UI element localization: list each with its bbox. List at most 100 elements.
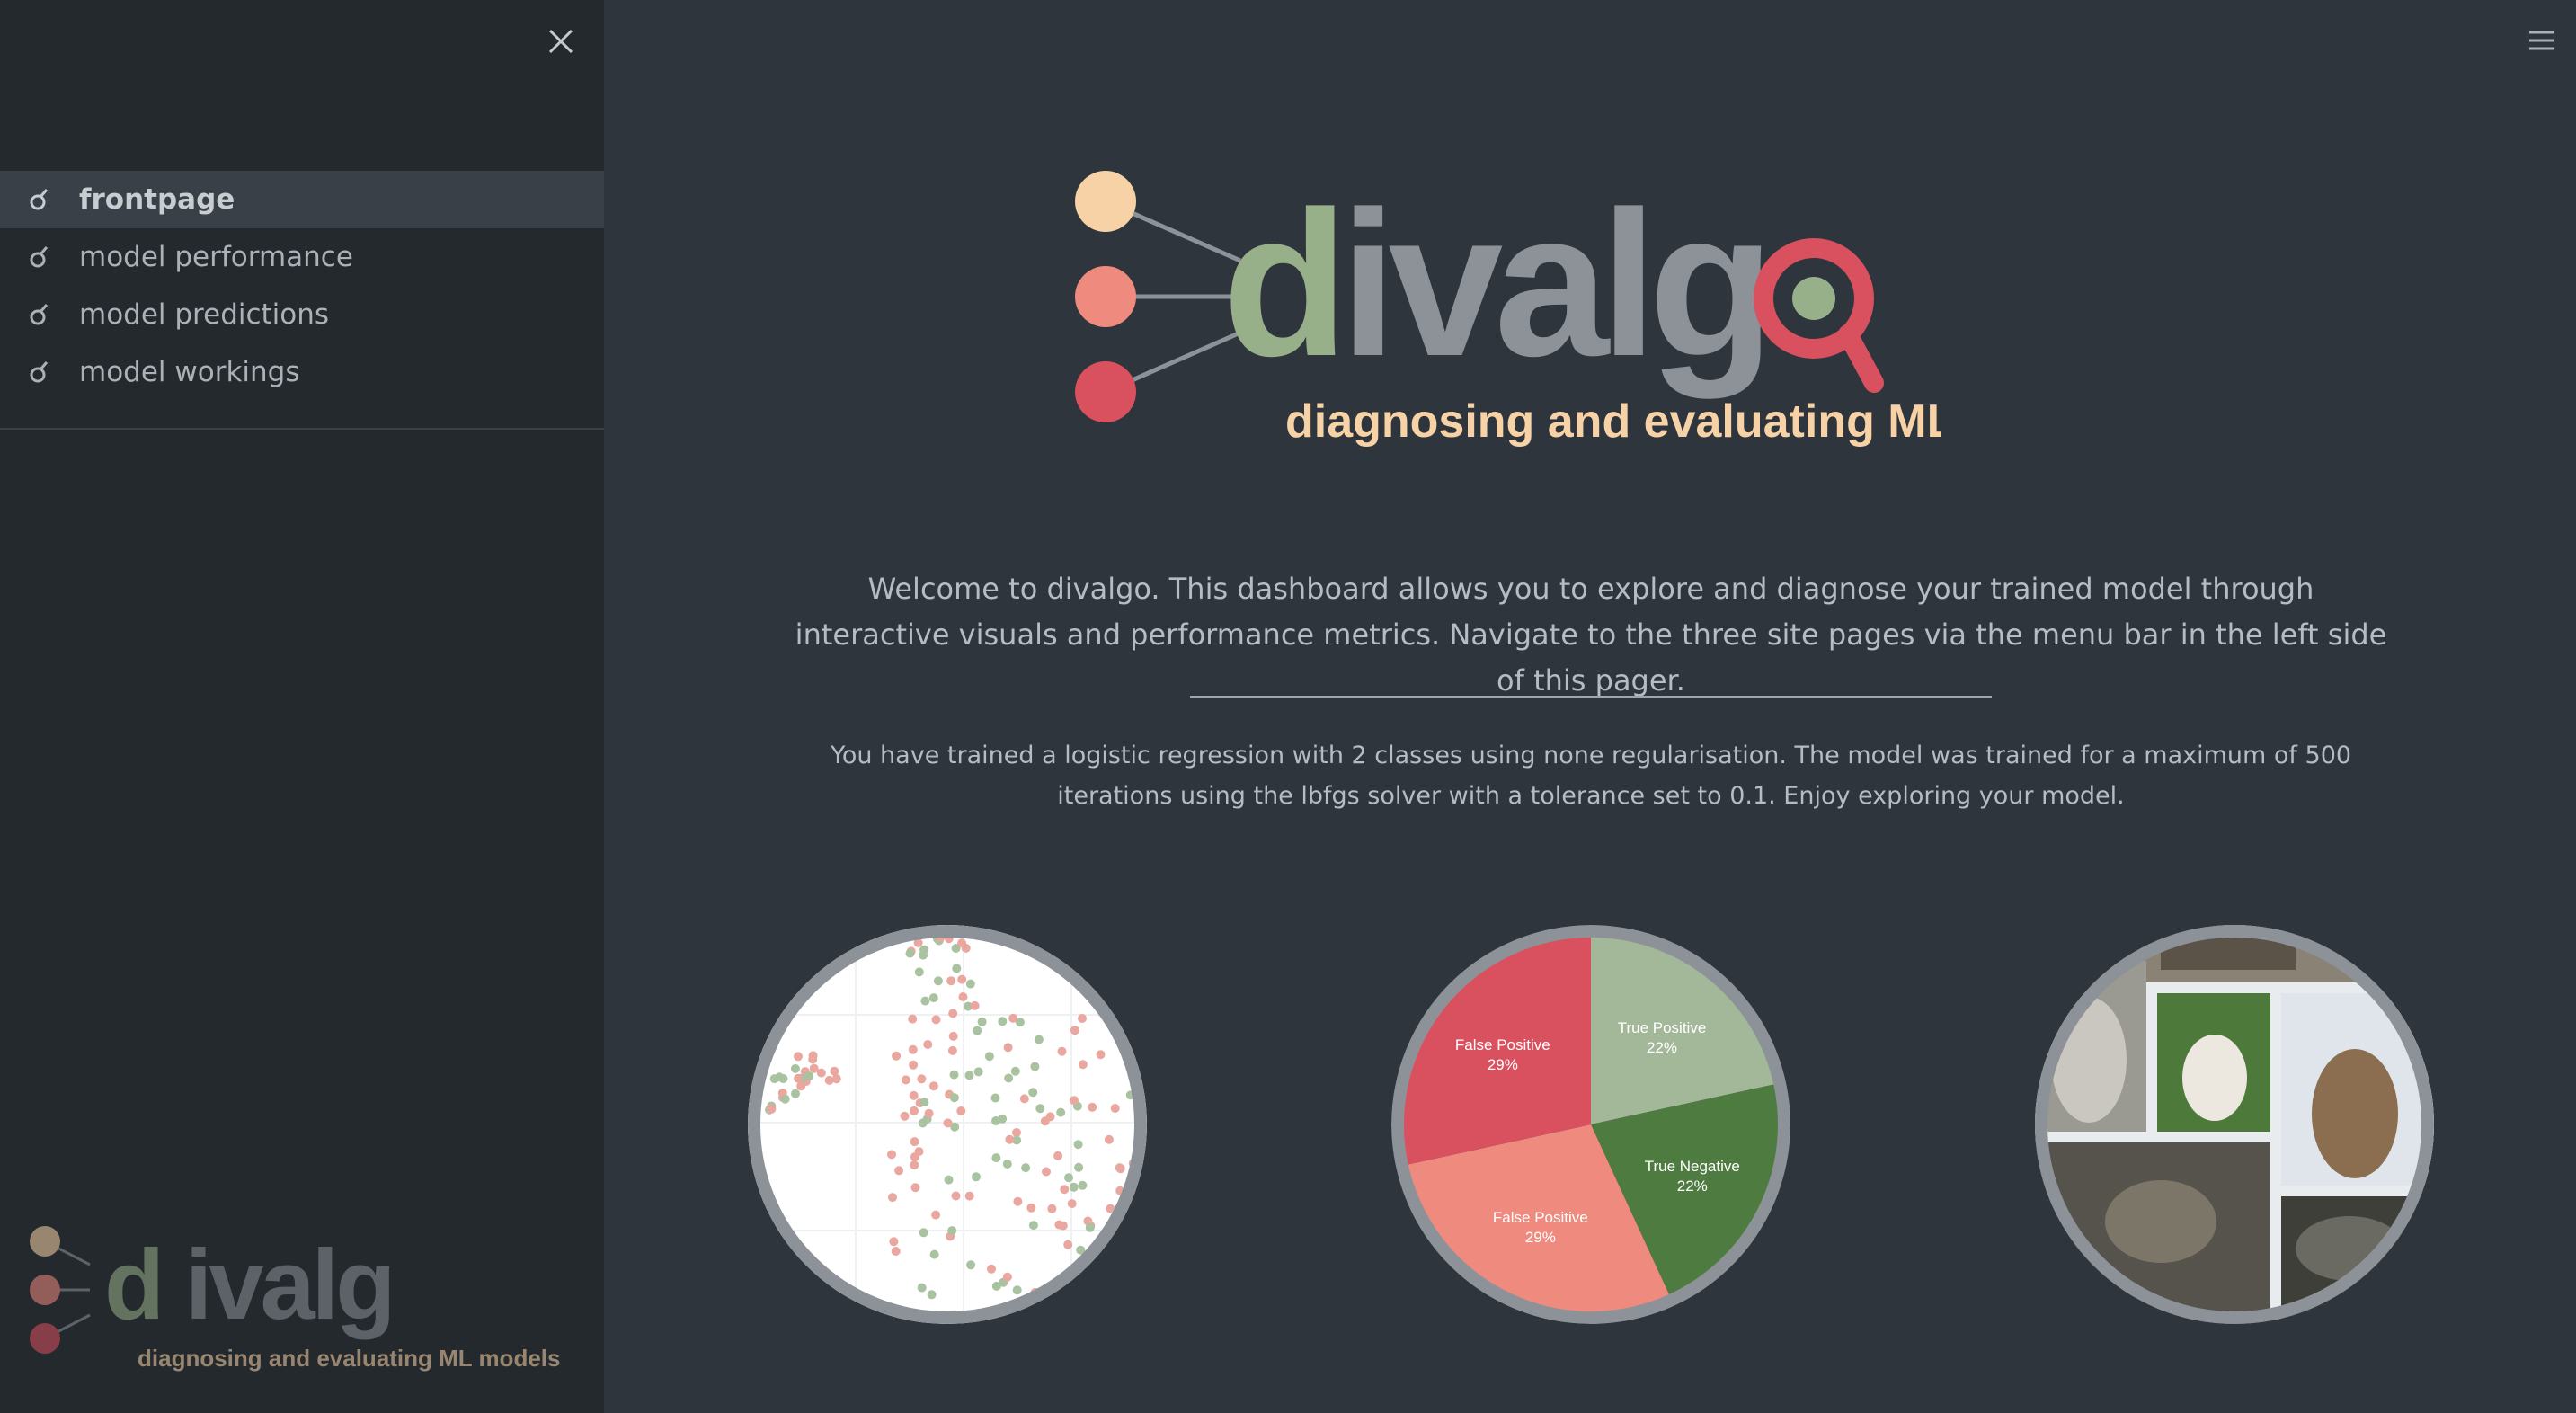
scatter-point bbox=[919, 1228, 928, 1238]
sidebar-item-model-predictions[interactable]: model predictions bbox=[0, 286, 604, 343]
scatter-point bbox=[794, 1052, 803, 1062]
scatter-point bbox=[910, 1106, 919, 1115]
sidebar-item-label: model predictions bbox=[79, 298, 330, 331]
scatter-point bbox=[909, 1060, 919, 1070]
scatter-point bbox=[901, 1075, 910, 1085]
scatter-point bbox=[1063, 1240, 1073, 1249]
scatter-point bbox=[1019, 1094, 1029, 1104]
close-icon[interactable] bbox=[545, 25, 577, 58]
scatter-point bbox=[1096, 1050, 1106, 1060]
scatter-point bbox=[794, 1073, 804, 1083]
scatter-point bbox=[1030, 1062, 1040, 1071]
hamburger-icon[interactable] bbox=[2526, 27, 2558, 54]
scatter-point bbox=[919, 945, 929, 955]
scatter-point bbox=[1035, 1104, 1045, 1114]
scatter-point bbox=[951, 1191, 961, 1201]
scatter-point bbox=[775, 1072, 785, 1082]
sidebar-logo-wordmark: d bbox=[104, 1230, 161, 1340]
scatter-point bbox=[1069, 1182, 1079, 1192]
scatter-point bbox=[1013, 1196, 1023, 1206]
model-info-text: You have trained a logistic regression w… bbox=[830, 742, 2352, 810]
sidebar-divider bbox=[0, 428, 604, 430]
svg-text:d ivalg: d ivalg bbox=[104, 1230, 392, 1340]
scatter-point bbox=[891, 1247, 901, 1256]
scatter-point bbox=[991, 1281, 1001, 1291]
scatter-point bbox=[927, 1290, 937, 1300]
scatter-point bbox=[790, 1063, 800, 1073]
scatter-point bbox=[1012, 1128, 1021, 1137]
gallery-preview-circle[interactable] bbox=[2035, 925, 2434, 1324]
pie-preview-circle[interactable]: True Positive 22% True Negative 22% False Po… bbox=[1391, 925, 1790, 1324]
scatter-point bbox=[973, 1067, 983, 1077]
scatter-point bbox=[887, 1150, 896, 1160]
scatter-point bbox=[889, 1237, 899, 1247]
scatter-point bbox=[943, 1118, 953, 1128]
sidebar-logo: d ivalg diagnosing and evaluating ML mod… bbox=[30, 1226, 560, 1372]
scatter-point bbox=[1021, 1163, 1031, 1173]
sidebar-item-model-performance[interactable]: model performance bbox=[0, 228, 604, 286]
scatter-point bbox=[920, 996, 930, 1006]
scatter-point bbox=[957, 938, 967, 948]
scatter-point bbox=[908, 1044, 918, 1054]
pie-slice-percent: 22% bbox=[1647, 1039, 1677, 1056]
scatter-point bbox=[917, 1074, 927, 1084]
scatter-point bbox=[1002, 1160, 1012, 1169]
scatter-point bbox=[1088, 1102, 1097, 1112]
wolves-image-collage bbox=[2035, 925, 2434, 1324]
scatter-point bbox=[917, 1283, 927, 1293]
sidebar-item-model-workings[interactable]: model workings bbox=[0, 343, 604, 401]
scatter-point bbox=[929, 1249, 939, 1259]
scatter-point bbox=[1028, 1088, 1038, 1098]
sidebar-logo-tagline: diagnosing and evaluating ML models bbox=[138, 1345, 560, 1372]
scatter-point bbox=[830, 1066, 839, 1076]
scatter-point bbox=[923, 1040, 933, 1049]
scatter-point bbox=[972, 1172, 981, 1182]
scatter-point bbox=[1064, 1173, 1073, 1183]
scatter-point bbox=[998, 1017, 1008, 1026]
scatter-point bbox=[1053, 1151, 1063, 1160]
scatter-point bbox=[888, 1193, 897, 1203]
scatter-point bbox=[1008, 1013, 1018, 1023]
home-alt-icon bbox=[30, 189, 49, 210]
scatter-point bbox=[964, 1071, 974, 1080]
scatter-point bbox=[947, 1045, 957, 1055]
scatter-point bbox=[1028, 1221, 1038, 1231]
welcome-text: Welcome to divalgo. This dashboard allow… bbox=[795, 572, 2387, 698]
scatter-point bbox=[780, 1094, 790, 1104]
sidebar-item-label: frontpage bbox=[79, 183, 235, 216]
scatter-point bbox=[987, 1264, 996, 1274]
scatter-point bbox=[948, 1031, 958, 1041]
scatter-point bbox=[905, 948, 915, 958]
pie-slices bbox=[1402, 936, 1780, 1313]
sidebar-item-label: model performance bbox=[79, 241, 353, 273]
scatter-point bbox=[919, 1098, 929, 1107]
scatter-preview-circle[interactable] bbox=[748, 925, 1147, 1324]
scatter-point bbox=[910, 1137, 919, 1147]
scatter-point bbox=[946, 976, 956, 986]
scatter-point bbox=[894, 1166, 904, 1176]
scatter-point bbox=[1074, 1162, 1084, 1172]
scatter-point bbox=[990, 1093, 1000, 1103]
scatter-point bbox=[1004, 1073, 1014, 1083]
scatter-point bbox=[808, 1054, 818, 1064]
scatter-point bbox=[1070, 1026, 1079, 1035]
scatter-point bbox=[909, 1090, 919, 1100]
scatter-point bbox=[949, 1070, 959, 1080]
scatter-point bbox=[804, 1071, 814, 1081]
scatter-point bbox=[947, 1226, 957, 1236]
magnifier-icon bbox=[1754, 238, 1884, 393]
scatter-point bbox=[1034, 1035, 1044, 1044]
scatter-point bbox=[1104, 1134, 1114, 1144]
svg-text:divalg: divalg bbox=[1222, 168, 1766, 399]
section-divider bbox=[1190, 696, 1992, 698]
scatter-point bbox=[910, 1160, 919, 1170]
scatter-point bbox=[1057, 1046, 1067, 1056]
scatter-point bbox=[816, 1068, 826, 1078]
scatter-point bbox=[991, 1153, 1001, 1163]
scatter-point bbox=[1010, 1066, 1020, 1076]
scatter-point bbox=[791, 1089, 800, 1098]
scatter-point bbox=[931, 1210, 941, 1220]
scatter-point bbox=[1045, 1112, 1055, 1122]
scatter-point bbox=[1067, 1199, 1077, 1209]
sidebar-item-frontpage[interactable]: frontpage bbox=[0, 171, 604, 228]
